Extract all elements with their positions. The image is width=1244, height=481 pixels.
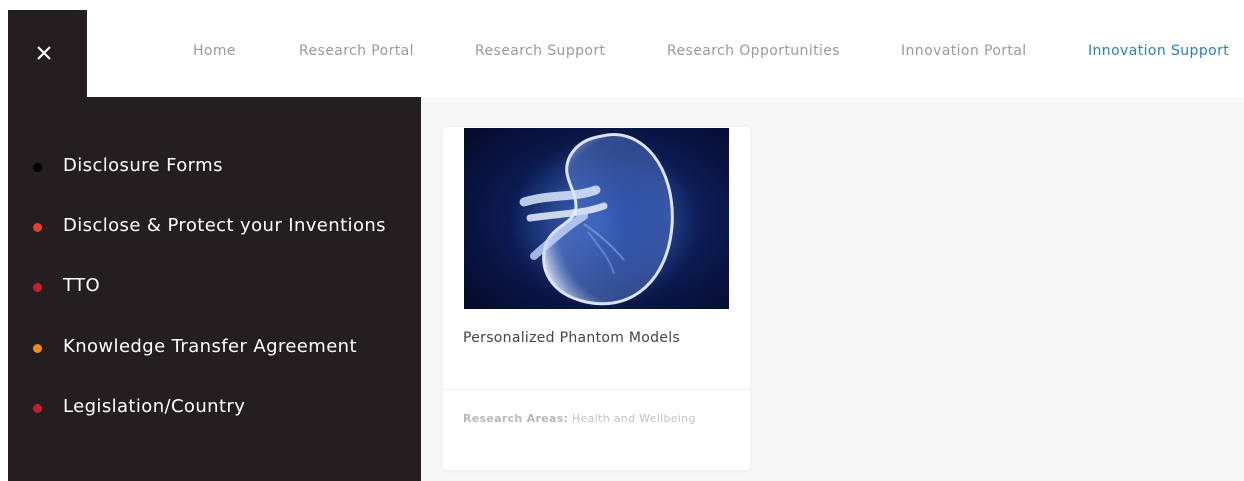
side-item-label: Knowledge Transfer Agreement [63, 336, 357, 357]
bullet-dot [33, 163, 42, 172]
close-icon [37, 46, 51, 60]
nav-innovation-portal[interactable]: Innovation Portal [901, 43, 1027, 59]
card-research-areas: Research Areas: Health and Wellbeing [463, 412, 696, 425]
project-card[interactable]: Personalized Phantom Models Research Are… [443, 127, 750, 470]
nav-innovation-support[interactable]: Innovation Support [1088, 43, 1229, 59]
bullet-dot [33, 283, 42, 292]
nav-home[interactable]: Home [193, 43, 236, 59]
side-item-label: Legislation/Country [63, 396, 246, 417]
card-title[interactable]: Personalized Phantom Models [463, 330, 680, 346]
nav-research-opportunities[interactable]: Research Opportunities [667, 43, 840, 59]
card-divider [443, 389, 750, 390]
kidney-xray-image [464, 128, 729, 309]
side-item-knowledge-transfer[interactable]: Knowledge Transfer Agreement [8, 334, 421, 364]
side-item-disclose-protect[interactable]: Disclose & Protect your Inventions [8, 213, 421, 243]
side-item-disclosure-forms[interactable]: Disclosure Forms [8, 153, 421, 183]
research-areas-label: Research Areas: [463, 412, 569, 425]
side-item-label: Disclose & Protect your Inventions [63, 215, 386, 236]
nav-research-portal[interactable]: Research Portal [299, 43, 414, 59]
bullet-dot [33, 344, 42, 353]
side-item-label: Disclosure Forms [63, 155, 223, 176]
side-item-legislation[interactable]: Legislation/Country [8, 394, 421, 424]
research-areas-value: Health and Wellbeing [572, 412, 696, 425]
bullet-dot [33, 404, 42, 413]
close-menu-button[interactable] [8, 10, 87, 98]
side-item-label: TTO [63, 275, 101, 296]
side-menu-panel: Disclosure Forms Disclose & Protect your… [8, 97, 421, 481]
bullet-dot [33, 223, 42, 232]
nav-research-support[interactable]: Research Support [475, 43, 605, 59]
top-navigation: Home Research Portal Research Support Re… [87, 0, 1244, 98]
side-item-tto[interactable]: TTO [8, 273, 421, 303]
